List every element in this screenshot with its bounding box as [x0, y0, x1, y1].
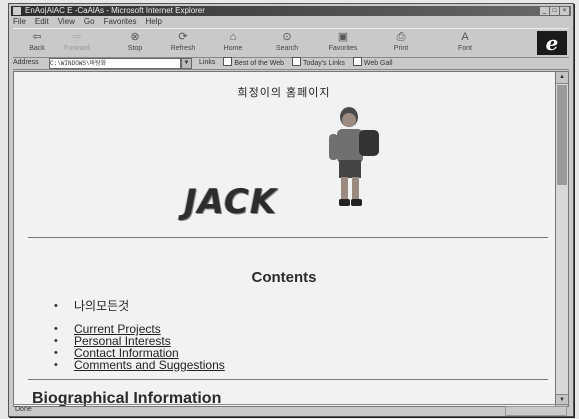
home-icon: ⌂: [229, 31, 237, 43]
vertical-scrollbar[interactable]: ▲ ▼: [555, 71, 569, 407]
menu-file[interactable]: File: [13, 17, 26, 27]
favorites-icon: ▣: [337, 31, 349, 43]
back-label: Back: [29, 45, 45, 52]
refresh-icon: ⟳: [178, 31, 188, 43]
search-button[interactable]: ⊙ Search: [267, 30, 307, 56]
link-todays-links-label: Today's Links: [303, 60, 345, 67]
forward-label: Forward: [64, 45, 90, 52]
page-content: 희정이의 홈페이지 JACK Contents 나의모든것 Current Pr…: [13, 71, 557, 407]
boy-with-backpack-image: [329, 107, 379, 206]
refresh-label: Refresh: [170, 45, 196, 52]
contents-list-intro: 나의모든것: [54, 300, 129, 312]
print-button[interactable]: ⎙ Print: [381, 30, 421, 56]
font-label: Font: [457, 45, 472, 52]
font-button[interactable]: A Font: [445, 30, 485, 56]
favorites-button[interactable]: ▣ Favorites: [319, 30, 367, 56]
window-title: EnAo|AlAC E -CaAlAs - Microsoft Internet…: [25, 6, 205, 15]
close-button[interactable]: ×: [560, 7, 569, 15]
link-todays-links[interactable]: Today's Links: [292, 57, 345, 70]
stop-button[interactable]: ⊗ Stop: [115, 30, 155, 56]
list-item: Comments and Suggestions: [54, 359, 225, 371]
link-page-icon: [292, 57, 302, 66]
links-bar: Links Best of the Web Today's Links Web …: [199, 57, 393, 70]
page-title: 희정이의 홈페이지: [237, 87, 331, 99]
menu-help[interactable]: Help: [145, 17, 161, 27]
title-bar: EnAo|AlAC E -CaAlAs - Microsoft Internet…: [11, 6, 571, 16]
link-web-gallery-label: Web Gall: [363, 60, 393, 67]
menu-bar: File Edit View Go Favorites Help: [13, 17, 162, 27]
link-best-of-web-label: Best of the Web: [234, 60, 285, 67]
contents-heading: Contents: [251, 269, 317, 286]
contents-link-list: Current Projects Personal Interests Cont…: [54, 323, 225, 371]
menu-favorites[interactable]: Favorites: [104, 17, 137, 27]
link-comments-suggestions[interactable]: Comments and Suggestions: [74, 358, 225, 372]
stop-icon: ⊗: [130, 31, 140, 43]
links-label: Links: [199, 59, 216, 66]
ie-logo-icon: e: [537, 31, 567, 55]
address-input[interactable]: C:\WINDOWS\바탕화: [49, 58, 181, 69]
stop-label: Stop: [127, 45, 143, 52]
forward-button[interactable]: ⇨ Forward: [57, 30, 97, 56]
maximize-button[interactable]: □: [550, 7, 559, 15]
print-icon: ⎙: [396, 31, 406, 43]
link-web-gallery[interactable]: Web Gall: [352, 57, 393, 70]
address-bar: Address C:\WINDOWS\바탕화 ▼ Links Best of t…: [13, 57, 569, 70]
link-best-of-web[interactable]: Best of the Web: [223, 57, 284, 70]
address-label: Address: [13, 59, 39, 66]
search-icon: ⊙: [282, 31, 292, 43]
home-button[interactable]: ⌂ Home: [213, 30, 253, 56]
address-dropdown-icon[interactable]: ▼: [181, 58, 192, 69]
home-label: Home: [223, 45, 243, 52]
search-label: Search: [275, 45, 299, 52]
status-zone: [505, 406, 567, 416]
menu-view[interactable]: View: [58, 17, 75, 27]
minimize-button[interactable]: _: [540, 7, 549, 15]
link-page-icon: [352, 57, 362, 66]
menu-go[interactable]: Go: [84, 17, 95, 27]
back-arrow-icon: ⇦: [32, 31, 42, 43]
forward-arrow-icon: ⇨: [72, 31, 82, 43]
scroll-thumb[interactable]: [557, 85, 567, 185]
divider: [28, 379, 548, 380]
scroll-up-icon[interactable]: ▲: [556, 72, 568, 84]
menu-edit[interactable]: Edit: [35, 17, 49, 27]
browser-window: EnAo|AlAC E -CaAlAs - Microsoft Internet…: [8, 3, 574, 417]
toolbar: ⇦ Back ⇨ Forward ⊗ Stop ⟳ Refresh ⌂ Home…: [13, 28, 569, 58]
ie-window-icon: [13, 7, 21, 15]
favorites-label: Favorites: [328, 45, 358, 52]
divider: [28, 237, 548, 238]
font-icon: A: [461, 31, 469, 43]
status-bar: Done: [13, 404, 569, 416]
jack-logo: JACK: [184, 182, 278, 222]
status-text: Done: [15, 406, 32, 413]
refresh-button[interactable]: ⟳ Refresh: [163, 30, 203, 56]
list-item: 나의모든것: [54, 300, 129, 312]
back-button[interactable]: ⇦ Back: [17, 30, 57, 56]
print-label: Print: [393, 45, 409, 52]
link-page-icon: [223, 57, 233, 66]
